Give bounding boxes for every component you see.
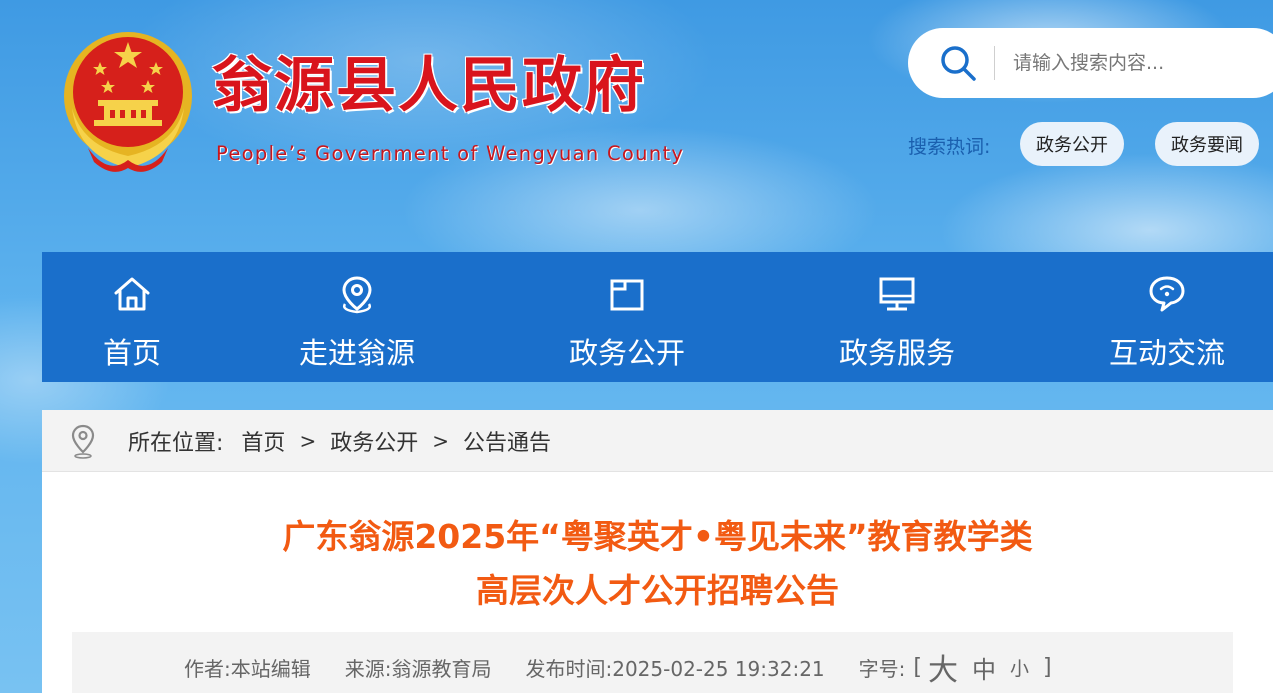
meta-bracket-open: [ [913,654,922,680]
meta-author: 作者:本站编辑 [184,656,311,681]
nav-label-gov-services: 政务服务 [838,336,955,370]
article-title-line1: 广东翁源2025年“粤聚英才•粤见未来”教育教学类 [282,517,1033,556]
nav-label-interaction: 互动交流 [1108,336,1225,370]
breadcrumb-item-home[interactable]: 首页 [241,425,285,457]
nav-item-about[interactable]: 走进翁源 [267,252,447,382]
meta-source: 来源:翁源教育局 [344,656,492,681]
breadcrumb-separator: > [432,428,449,453]
location-pin-icon [71,424,95,459]
nav-item-home[interactable]: 首页 [42,252,222,382]
hot-words-label: 搜索热词: [908,136,991,158]
hot-tag-zhengwu-yaowen[interactable]: 政务要闻 [1155,122,1259,166]
search-box [908,28,1273,98]
nav-item-gov-disclosure[interactable]: 政务公开 [537,252,717,382]
nav-item-gov-services[interactable]: 政务服务 [807,252,987,382]
nav-label-home: 首页 [102,336,161,370]
home-icon [114,277,150,311]
national-emblem-icon [64,32,192,172]
site-title: 翁源县人民政府 [212,51,646,121]
article: 广东翁源2025年“粤聚英才•粤见未来”教育教学类 高层次人才公开招聘公告 作者… [42,472,1273,693]
nav-label-about: 走进翁源 [298,336,415,370]
site-subtitle: People’s Government of Wengyuan County [216,142,685,165]
article-meta: 作者:本站编辑 来源:翁源教育局 发布时间:2025-02-25 19:32:2… [72,632,1233,693]
breadcrumb-item-gov-disclosure[interactable]: 政务公开 [330,425,418,457]
nav-label-gov-disclosure: 政务公开 [568,336,685,370]
font-size-large-button[interactable]: 大 [928,645,958,689]
chat-bubble-icon [1149,276,1185,312]
meta-font-size-label: 字号: [858,656,906,681]
breadcrumb: 所在位置: 首页 > 政务公开 > 公告通告 [42,410,1273,472]
breadcrumb-separator: > [299,428,317,453]
folder-icon [610,279,644,311]
location-pin-icon [342,276,372,314]
search-divider [994,46,995,80]
font-size-small-button[interactable]: 小 [1010,654,1029,681]
font-size-medium-button[interactable]: 中 [972,650,996,685]
hot-tag-zhengwu-gongkai[interactable]: 政务公开 [1020,122,1124,166]
breadcrumb-prefix: 所在位置: [128,430,224,456]
meta-bracket-close: ] [1043,654,1052,680]
breadcrumb-item-notices[interactable]: 公告通告 [463,425,551,457]
nav-item-interaction[interactable]: 互动交流 [1077,252,1257,382]
main-nav: 首页 走进翁源 政务公开 政务服务 互动交流 [42,252,1273,382]
meta-published: 发布时间:2025-02-25 19:32:21 [525,656,825,681]
monitor-icon [879,277,915,311]
article-title-line2: 高层次人才公开招聘公告 [476,571,839,610]
search-icon[interactable] [938,43,978,83]
search-input[interactable] [1013,52,1213,74]
